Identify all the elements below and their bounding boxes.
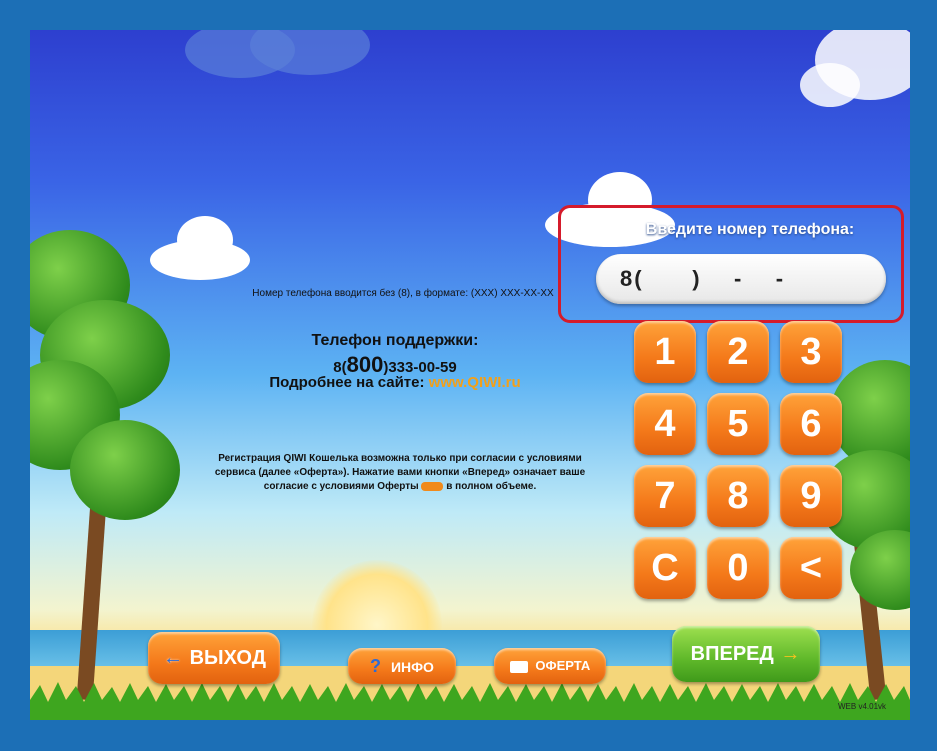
next-button[interactable]: ВПЕРЕД → [672,626,820,682]
oferta-mini-icon [421,481,444,491]
oferta-button-label: ОФЕРТА [535,658,591,673]
oferta-button[interactable]: ОФЕРТА [494,648,606,684]
keypad-key-6[interactable]: 6 [780,393,842,455]
keypad-key-0[interactable]: 0 [707,537,769,599]
version-label: WEB v4.01vk [838,702,887,711]
site-info: Подробнее на сайте: www.QIWI.ru [240,374,550,391]
info-button-label: ИНФО [390,659,434,675]
keypad-key-3[interactable]: 3 [780,321,842,383]
support-title: Телефон поддержки: [311,332,479,349]
arrow-left-icon: ← [163,647,184,669]
keypad-key-8[interactable]: 8 [707,465,769,527]
phone-number-field[interactable]: 8( ) - - [596,254,886,304]
exit-button[interactable]: ← ВЫХОД [148,632,280,684]
keypad-key-backspace[interactable]: < [780,537,842,599]
legal-text: Регистрация QIWI Кошелька возможна тольк… [205,452,595,494]
keypad-key-9[interactable]: 9 [780,465,842,527]
arrow-right-icon: → [780,643,801,665]
next-button-label: ВПЕРЕД [690,643,774,665]
cloud-graphic [150,216,250,280]
keypad-key-4[interactable]: 4 [634,393,696,455]
site-label: Подробнее на сайте: [269,374,425,391]
legal-text-part2: в полном объеме. [446,481,537,492]
exit-button-label: ВЫХОД [189,647,266,669]
phone-format-hint: Номер телефона вводится без (8), в форма… [252,288,554,299]
tree-foliage [70,420,180,520]
question-icon: ? [370,656,382,676]
keypad-key-5[interactable]: 5 [707,393,769,455]
document-icon [509,660,528,673]
keypad-key-clear[interactable]: C [634,537,696,599]
keypad-key-2[interactable]: 2 [707,321,769,383]
cloud-graphic [185,30,370,78]
site-link[interactable]: www.QIWI.ru [429,374,521,391]
grass-graphic [30,682,910,720]
phone-input-title: Введите номер телефона: [645,221,855,238]
cloud-graphic [800,30,910,107]
keypad-key-7[interactable]: 7 [634,465,696,527]
info-button[interactable]: ? ИНФО [348,648,456,684]
keypad-key-1[interactable]: 1 [634,321,696,383]
